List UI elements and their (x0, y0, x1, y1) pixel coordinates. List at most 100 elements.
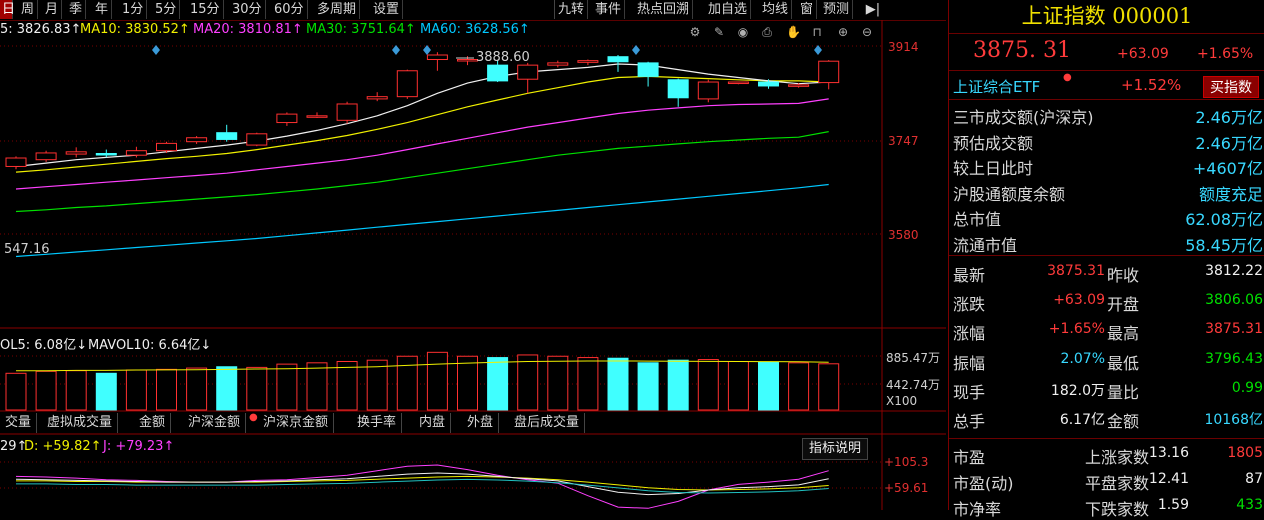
candles (5, 52, 840, 170)
tab-hs-amount[interactable]: 沪深金额 (183, 413, 247, 433)
volume-bar (306, 362, 328, 411)
volume-bar (487, 357, 509, 411)
volume-bar (818, 363, 840, 411)
quote-label: 昨收 (1107, 266, 1140, 285)
candle-body (246, 133, 268, 146)
index-change: +63.09 (1117, 46, 1169, 62)
breadth-label: 下跌家数 (1085, 500, 1150, 519)
volume-axis-mid: 442.74万 (886, 378, 940, 392)
new-dot-icon: ● (249, 412, 258, 423)
volume-bar (156, 368, 177, 411)
kdj_d-line (16, 475, 829, 491)
stat-value: 额度充足 (1198, 184, 1263, 204)
tab-hsj-amount[interactable]: 沪深京金额 (258, 413, 335, 433)
candle-body (65, 151, 87, 155)
breadth-label: 市盈(动) (953, 474, 1014, 493)
stat-label: 总市值 (953, 210, 1002, 229)
stat-label: 流通市值 (953, 235, 1018, 255)
tab-amount[interactable]: 金额 (134, 413, 172, 433)
volume-bar (366, 359, 388, 411)
event-marker-icon (392, 45, 400, 55)
volume-bar (35, 370, 57, 411)
quote-label: 总手 (953, 412, 986, 431)
breadth-label: 上涨家数 (1085, 448, 1150, 467)
kdj-lines (15, 464, 829, 509)
stat-label: 三市成交额(沪深京) (953, 108, 1094, 127)
volume-bar (727, 361, 749, 411)
breadth-value: 1.59 (1157, 497, 1189, 513)
etf-pct: +1.52% (1121, 76, 1182, 94)
tab-outer[interactable]: 外盘 (462, 413, 500, 433)
quote-value: 6.17亿 (1059, 412, 1105, 428)
quote-label: 最低 (1107, 353, 1140, 373)
volume-axis-top: 885.47万 (886, 351, 940, 365)
kdj-axis-mid: +59.61 (884, 481, 929, 495)
candle-body (487, 64, 509, 82)
quote-value: 3806.06 (1205, 292, 1263, 309)
candle-body (5, 157, 27, 167)
price-axis-high: 3914 (888, 40, 919, 54)
buy-index-button[interactable]: 买指数 (1203, 76, 1259, 98)
candle-body (366, 96, 388, 100)
stat-value: 58.45万亿 (1185, 235, 1263, 255)
breadth-value: 433 (1236, 497, 1263, 513)
stat-value: 2.46万亿 (1195, 133, 1263, 153)
candle-body (547, 62, 569, 66)
etf-name[interactable]: 上证综合ETF (953, 76, 1040, 97)
volume-bar (5, 372, 27, 411)
volume-bar (607, 357, 629, 411)
indicator-help-button[interactable]: 指标说明 (802, 438, 869, 460)
candle-body (35, 152, 57, 161)
index-change-pct: +1.65% (1197, 46, 1254, 62)
breadth-value: 12.41 (1148, 471, 1189, 487)
quote-label: 涨跌 (953, 295, 986, 315)
breadth-label: 市净率 (953, 500, 1002, 519)
quote-value: 3875.31 (1205, 321, 1263, 338)
candle-body (667, 79, 689, 99)
tab-volume[interactable]: 交量 (0, 413, 38, 433)
tab-after-hours[interactable]: 盘后成交量 (509, 413, 586, 433)
kline-chart[interactable] (0, 0, 946, 510)
candle-body (517, 64, 539, 80)
tab-virtual-volume[interactable]: 虚拟成交量 (42, 413, 119, 433)
quote-label: 开盘 (1107, 295, 1140, 315)
candle-body (95, 153, 117, 156)
kdj-axis-top: +105.3 (884, 455, 929, 469)
volume-bar (186, 367, 208, 411)
price-axis-mid: 3747 (888, 134, 919, 148)
quote-value: 10168亿 (1204, 412, 1263, 428)
candle-body (336, 103, 358, 121)
kdj_j-line (15, 464, 829, 509)
candle-body (788, 84, 810, 87)
tab-turnover[interactable]: 换手率 (352, 413, 403, 433)
quote-value: 2.07% (1060, 350, 1105, 367)
quote-value: 0.99 (1231, 379, 1263, 396)
ma60-line (15, 183, 829, 258)
quote-label: 振幅 (953, 353, 986, 373)
stat-value: +4607亿 (1192, 159, 1263, 178)
breadth-label: 平盘家数 (1085, 474, 1150, 493)
index-price: 3875. 31 (973, 38, 1071, 63)
breadth-value: 13.16 (1148, 445, 1189, 461)
tab-inner[interactable]: 内盘 (414, 413, 452, 433)
quote-label: 涨幅 (953, 324, 986, 344)
chart-grid (0, 20, 946, 510)
volume-bar (517, 354, 539, 411)
quote-value: +1.65% (1048, 321, 1105, 338)
stat-value: 62.08万亿 (1185, 210, 1263, 229)
volume-bar (65, 370, 87, 411)
candle-body (457, 59, 478, 62)
quote-label: 金额 (1107, 412, 1140, 431)
quote-label: 最新 (953, 266, 986, 285)
candle-body (426, 54, 448, 61)
volume-bar (577, 357, 599, 411)
volume-bar (276, 363, 298, 411)
quote-value: 3875.31 (1047, 263, 1105, 279)
candle-body (577, 60, 599, 63)
breadth-value: 1805 (1227, 445, 1263, 461)
stat-label: 沪股通额度余额 (953, 184, 1066, 204)
volume-bars (5, 351, 840, 411)
candle-body (156, 142, 177, 152)
volume-bar (396, 355, 418, 411)
candle-body (727, 81, 749, 85)
